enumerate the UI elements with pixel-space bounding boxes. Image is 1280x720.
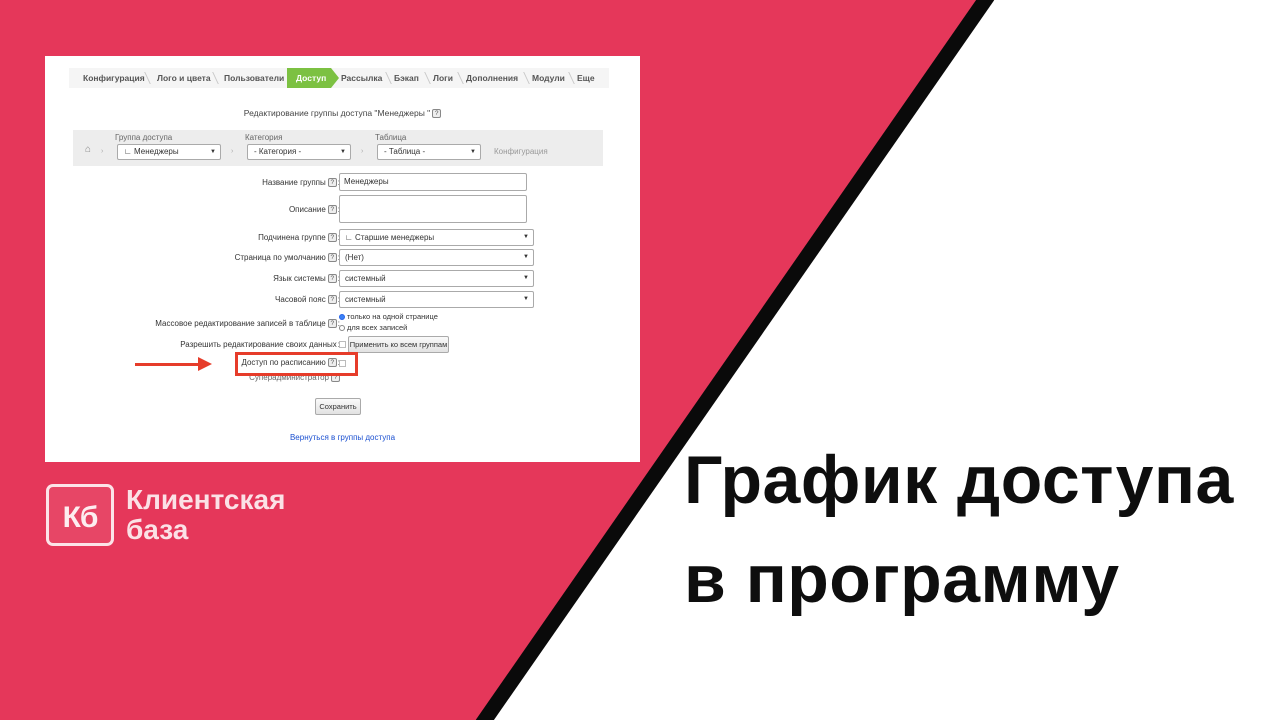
group-name-label-text: Название группы	[262, 178, 326, 187]
tab-configuration[interactable]: Конфигурация	[83, 68, 145, 88]
mass-edit-option-all-label: для всех записей	[347, 323, 408, 332]
headline-line1: График доступа	[684, 442, 1234, 518]
mass-edit-label: Массовое редактирование записей в таблиц…	[155, 319, 340, 329]
chevron-down-icon: ▼	[210, 149, 216, 155]
help-icon[interactable]: ?	[327, 178, 337, 188]
highlight-box	[235, 352, 358, 376]
timezone-label-text: Часовой пояс	[275, 295, 326, 304]
group-filter-value: ∟ Менеджеры	[124, 147, 179, 156]
tab-mailing[interactable]: Рассылка	[341, 68, 382, 88]
tab-more[interactable]: Еще	[577, 68, 595, 88]
table-filter-select[interactable]: - Таблица - ▼	[377, 144, 481, 160]
chevron-right-icon: ›	[101, 148, 104, 155]
group-filter-select[interactable]: ∟ Менеджеры ▼	[117, 144, 221, 160]
chevron-down-icon: ▼	[523, 254, 529, 260]
tab-active-arrow	[331, 68, 339, 88]
description-textarea[interactable]	[339, 195, 527, 223]
category-filter-select[interactable]: - Категория - ▼	[247, 144, 351, 160]
category-filter-label: Категория	[245, 133, 283, 142]
default-page-label-text: Страница по умолчанию	[234, 253, 326, 262]
logo-icon: Кб	[46, 484, 114, 546]
allow-edit-label: Разрешить редактирование своих данных:	[180, 340, 340, 349]
help-icon[interactable]: ?	[327, 319, 337, 329]
allow-edit-checkbox[interactable]	[339, 341, 346, 348]
logo-text-line2: база	[126, 514, 189, 545]
description-label: Описание?:	[288, 205, 340, 215]
parent-group-value: ∟ Старшие менеджеры	[345, 233, 435, 242]
tab-logs[interactable]: Логи	[433, 68, 453, 88]
table-filter-label: Таблица	[375, 133, 407, 142]
mass-edit-option-one-page-label: только на одной странице	[347, 312, 438, 321]
arrow-right-icon	[198, 357, 212, 371]
chevron-down-icon: ▼	[523, 234, 529, 240]
chevron-down-icon: ▼	[523, 296, 529, 302]
tab-logo-colors[interactable]: Лого и цвета	[157, 68, 211, 88]
language-value: системный	[345, 274, 386, 283]
help-icon[interactable]: ?	[327, 274, 337, 284]
chevron-down-icon: ▼	[470, 149, 476, 155]
form-title: Редактирование группы доступа "Менеджеры…	[45, 108, 640, 119]
help-icon[interactable]: ?	[327, 233, 337, 243]
parent-group-label: Подчинена группе?:	[258, 233, 340, 243]
group-filter-label: Группа доступа	[115, 133, 173, 142]
language-label-text: Язык системы	[273, 274, 326, 283]
default-page-value: (Нет)	[345, 253, 364, 262]
configuration-link[interactable]: Конфигурация	[494, 147, 548, 156]
app-screenshot: Конфигурация Лого и цвета Пользователи Д…	[45, 56, 640, 462]
chevron-down-icon: ▼	[523, 275, 529, 281]
category-filter-value: - Категория -	[254, 147, 302, 156]
table-filter-value: - Таблица -	[384, 147, 426, 156]
group-name-input[interactable]: Менеджеры	[339, 173, 527, 191]
timezone-label: Часовой пояс?:	[275, 295, 340, 305]
nav-separator	[418, 72, 431, 84]
tab-addons[interactable]: Дополнения	[466, 68, 518, 88]
back-to-groups-link[interactable]: Вернуться в группы доступа	[45, 433, 640, 442]
help-icon[interactable]: ?	[432, 109, 442, 119]
mass-edit-option-one-page[interactable]: только на одной странице	[339, 312, 438, 321]
language-select[interactable]: системный ▼	[339, 270, 534, 287]
radio-unselected-icon	[339, 325, 345, 332]
chevron-right-icon: ›	[361, 148, 364, 155]
description-label-text: Описание	[288, 205, 326, 214]
logo-text-line1: Клиентская	[126, 484, 286, 515]
tab-modules[interactable]: Модули	[532, 68, 565, 88]
apply-all-groups-button[interactable]: Применить ко всем группам	[348, 336, 449, 353]
default-page-label: Страница по умолчанию?:	[234, 253, 340, 263]
timezone-select[interactable]: системный ▼	[339, 291, 534, 308]
group-name-label: Название группы?:	[262, 178, 340, 188]
filter-bar: ⌂ › Группа доступа ∟ Менеджеры ▼ › Катего…	[73, 130, 603, 166]
language-label: Язык системы?:	[273, 274, 340, 284]
help-icon[interactable]: ?	[327, 295, 337, 305]
allow-edit-label-text: Разрешить редактирование своих данных	[180, 340, 337, 349]
chevron-down-icon: ▼	[340, 149, 346, 155]
nav-separator	[517, 72, 530, 84]
default-page-select[interactable]: (Нет) ▼	[339, 249, 534, 266]
logo-mark: Кб	[62, 501, 99, 534]
pointer-arrow-line	[135, 363, 199, 366]
help-icon[interactable]: ?	[327, 205, 337, 215]
tab-users[interactable]: Пользователи	[224, 68, 284, 88]
nav-separator	[451, 72, 464, 84]
tab-access[interactable]: Доступ	[296, 68, 326, 88]
home-icon[interactable]: ⌂	[85, 144, 91, 155]
headline-line2: в программу	[684, 541, 1120, 617]
save-button[interactable]: Сохранить	[315, 398, 361, 415]
form-title-text: Редактирование группы доступа "Менеджеры…	[243, 108, 431, 118]
parent-group-select[interactable]: ∟ Старшие менеджеры ▼	[339, 229, 534, 246]
mass-edit-label-text: Массовое редактирование записей в таблиц…	[155, 319, 326, 328]
parent-group-label-text: Подчинена группе	[258, 233, 326, 242]
chevron-right-icon: ›	[231, 148, 234, 155]
mass-edit-option-all[interactable]: для всех записей	[339, 323, 407, 332]
settings-nav: Конфигурация Лого и цвета Пользователи Д…	[69, 68, 609, 88]
tab-backup[interactable]: Бэкап	[394, 68, 419, 88]
timezone-value: системный	[345, 295, 386, 304]
help-icon[interactable]: ?	[327, 253, 337, 263]
radio-selected-icon	[339, 314, 345, 321]
